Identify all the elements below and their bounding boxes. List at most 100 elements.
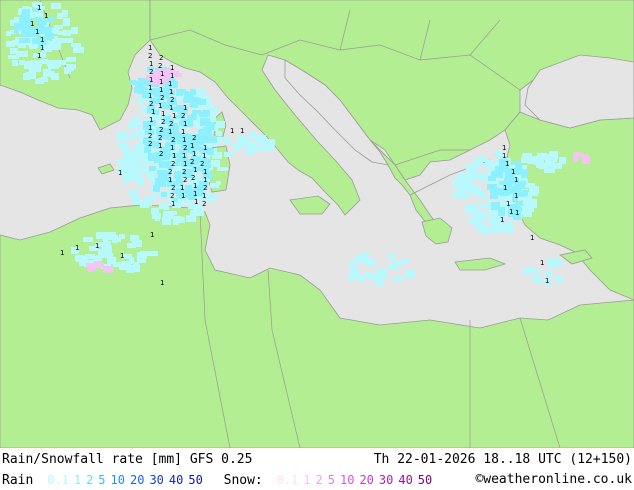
snow-legend-tick: 0.1 — [276, 473, 299, 487]
rate-label: 1 — [158, 102, 162, 110]
precip-cell — [233, 143, 243, 148]
precip-cell — [375, 275, 386, 280]
precip-cell — [135, 153, 143, 161]
rate-label: 1 — [148, 84, 152, 92]
precip-cell — [468, 164, 476, 171]
rate-label: 1 — [530, 234, 534, 242]
precip-cell — [63, 18, 70, 26]
rate-label: 2 — [171, 184, 175, 192]
rain-legend-tick: 30 — [149, 473, 164, 487]
precip-cell — [41, 27, 52, 34]
precip-cell — [130, 235, 139, 241]
precip-cell — [552, 152, 558, 157]
precip-cell — [152, 194, 157, 200]
rate-label: 2 — [183, 144, 187, 152]
precip-cell — [455, 179, 461, 184]
rate-label: 2 — [202, 200, 206, 208]
snow-legend-scale: 0.1 1 2 5 10 20 30 40 50 — [277, 473, 438, 488]
rain-legend-tick: 40 — [168, 473, 184, 487]
precip-cell — [163, 212, 173, 218]
rate-label: 2 — [148, 132, 152, 140]
precip-cell — [63, 30, 71, 36]
precip-cell — [574, 152, 581, 157]
precip-cell — [211, 160, 220, 167]
rate-label: 2 — [200, 160, 204, 168]
precip-cell — [24, 61, 33, 69]
precip-cell — [209, 137, 217, 143]
precip-cell — [12, 40, 17, 44]
rate-label: 2 — [149, 68, 153, 76]
precip-cell — [22, 33, 30, 37]
rate-label: 1 — [148, 124, 152, 132]
precip-cell — [192, 110, 201, 114]
precip-cell — [205, 104, 212, 111]
precip-cell — [531, 276, 539, 281]
precip-cell — [119, 234, 125, 239]
precip-cell — [149, 166, 156, 171]
snow-legend-tick: 30 — [378, 473, 394, 487]
precip-cell — [460, 194, 469, 199]
rate-label: 1 — [183, 160, 187, 168]
precip-cell — [216, 131, 222, 136]
rate-label: 1 — [202, 192, 206, 200]
precip-cell — [19, 60, 25, 65]
precip-cell — [534, 159, 544, 165]
precip-cell — [389, 253, 395, 261]
precip-cell — [163, 156, 170, 160]
precip-cell — [137, 97, 143, 104]
precip-cell — [492, 224, 502, 230]
rate-label: 1 — [170, 144, 174, 152]
rate-label: 1 — [190, 142, 194, 150]
precip-cell — [41, 59, 48, 64]
rate-label: 1 — [181, 192, 185, 200]
rate-label: 1 — [170, 64, 174, 72]
rate-label: 1 — [180, 184, 184, 192]
rate-label: 2 — [148, 140, 152, 148]
precip-cell — [129, 190, 138, 197]
precip-cell — [506, 221, 512, 228]
precip-cell — [480, 174, 486, 182]
rate-label: 2 — [158, 62, 162, 70]
precip-cell — [122, 179, 128, 184]
credit-link[interactable]: ©weatheronline.co.uk — [475, 471, 632, 489]
precip-cell — [73, 43, 81, 47]
precip-cell — [119, 266, 126, 270]
rate-label: 1 — [202, 152, 206, 160]
rate-label: 1 — [75, 244, 79, 252]
precip-cell — [131, 164, 141, 168]
precip-cell — [405, 270, 415, 278]
precip-cell — [62, 10, 68, 17]
precip-cell — [469, 172, 479, 178]
rate-label: 2 — [190, 158, 194, 166]
rate-label: 2 — [203, 184, 207, 192]
rain-legend-scale: 0.1 1 2 5 10 20 30 40 50 — [47, 473, 208, 488]
precip-cell — [54, 42, 61, 50]
rain-legend-tick: 0.1 — [47, 473, 69, 487]
precip-cell — [545, 157, 554, 164]
rain-legend-tick: 1 — [73, 473, 82, 487]
precip-cell — [159, 203, 167, 209]
precip-cell — [472, 188, 482, 194]
rate-label: 2 — [183, 176, 187, 184]
precip-cell — [190, 101, 198, 108]
rate-label: 1 — [505, 160, 509, 168]
precip-cell — [376, 269, 387, 275]
rate-label: 1 — [506, 200, 510, 208]
precip-cell — [376, 280, 383, 287]
precip-cell — [393, 276, 403, 281]
rain-legend-label: Rain — [2, 473, 34, 488]
precip-cell — [224, 140, 231, 144]
footer-bar: Rain/Snowfall rate [mm] GFS 0.25 Th 22-0… — [0, 448, 634, 490]
rate-label: 1 — [159, 86, 163, 94]
snow-legend-tick: 20 — [359, 473, 374, 487]
precip-cell — [452, 194, 458, 198]
precip-cell — [581, 154, 588, 158]
footer-title-row: Rain/Snowfall rate [mm] GFS 0.25 Th 22-0… — [2, 451, 632, 469]
rain-legend-tick: 20 — [129, 473, 145, 487]
precip-cell — [185, 92, 194, 97]
precip-cell — [217, 167, 228, 171]
precip-cell — [102, 246, 112, 254]
rate-label: 2 — [159, 150, 163, 158]
precip-cell — [118, 144, 129, 148]
rate-label: 1 — [500, 216, 504, 224]
